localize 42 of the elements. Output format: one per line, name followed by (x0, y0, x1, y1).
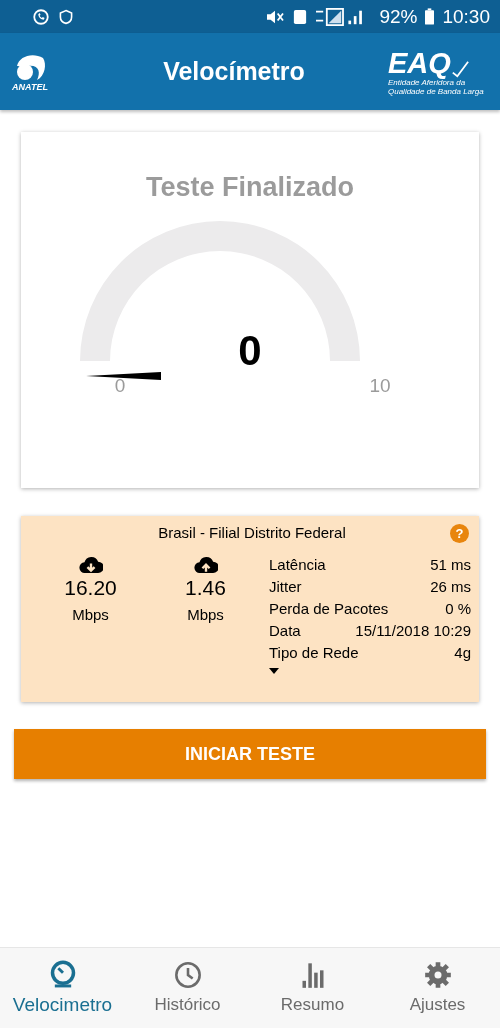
clock-icon (173, 961, 202, 989)
speedometer-icon (48, 960, 77, 988)
detail-label: Tipo de Rede (269, 643, 359, 663)
logo-text: ANATEL (12, 81, 48, 92)
detail-value: 15/11/2018 10:29 (355, 621, 471, 641)
speed-unit: Mbps (187, 606, 224, 623)
speed-value: 1.46 (185, 576, 226, 600)
logo-text: EAQ (388, 47, 451, 78)
cloud-upload-icon (193, 554, 218, 573)
battery-percentage: 92% (379, 5, 418, 28)
scale-min: 0 (113, 375, 127, 397)
speed-unit: Mbps (72, 606, 109, 623)
detail-label: Latência (269, 555, 326, 575)
help-button[interactable]: ? (450, 524, 469, 543)
nav-tab[interactable]: Resumo (250, 948, 375, 1028)
scale-max: 10 (368, 375, 392, 397)
clock: 10:30 (442, 5, 490, 28)
detail-value: 4g (454, 643, 471, 663)
shield-icon (58, 7, 74, 26)
detail-value: 51 ms (430, 555, 471, 575)
detail-label: Jitter (269, 577, 302, 597)
detail-value: 26 ms (430, 577, 471, 597)
nav-tab[interactable]: Velocimetro (0, 948, 125, 1028)
start-test-button[interactable]: INICIAR TESTE (14, 729, 486, 779)
detail-value: 0 % (445, 599, 471, 619)
mute-icon (265, 8, 286, 25)
app-title: Velocímetro (163, 57, 305, 86)
speed-value: 16.20 (64, 576, 117, 600)
nav-tab[interactable]: Histórico (125, 948, 250, 1028)
caret-icon[interactable] (269, 668, 279, 674)
check-icon (450, 59, 469, 78)
chat-icon (32, 7, 50, 26)
location-label: Brasil - Filial Distrito Federal (158, 524, 346, 543)
status-title: Teste Finalizado (145, 172, 354, 203)
battery-icon (425, 8, 435, 25)
speed-value: 0 (237, 327, 263, 375)
detail-label: Data (269, 621, 301, 641)
detail-label: Perda de Pacotes (269, 599, 389, 619)
settings-icon (423, 961, 452, 989)
sim-icon (293, 8, 308, 25)
cloud-download-icon (78, 554, 103, 573)
nav-tab[interactable]: Ajustes (375, 948, 500, 1028)
